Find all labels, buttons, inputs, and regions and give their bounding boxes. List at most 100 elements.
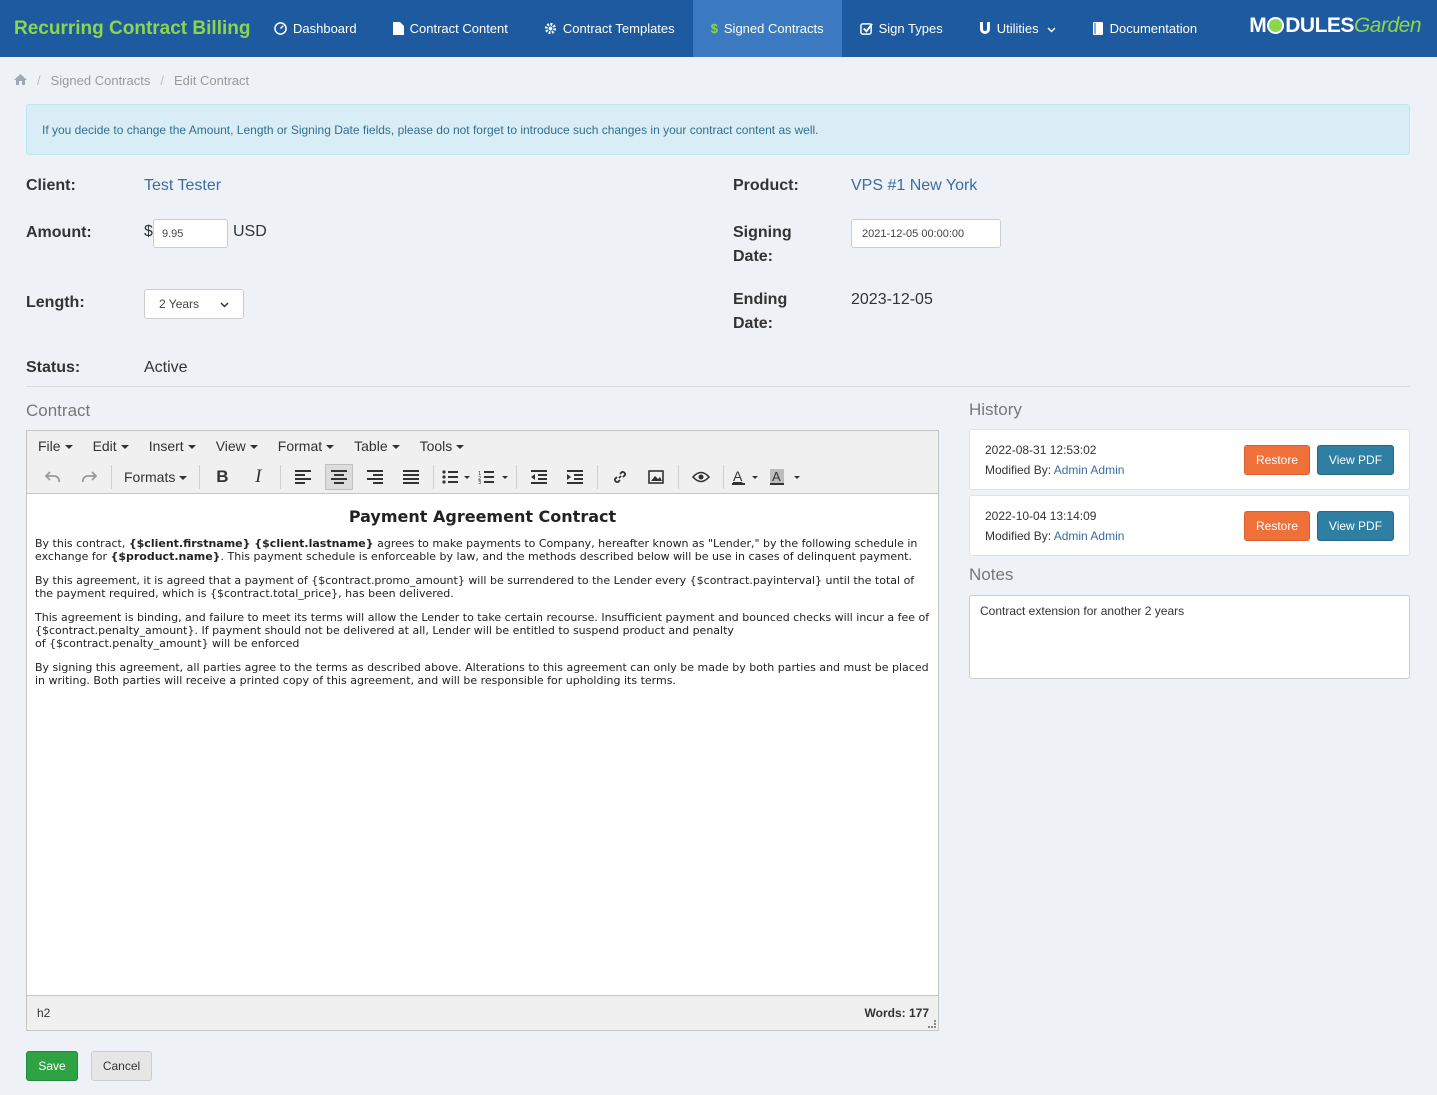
dollar-icon: $ [710,21,718,36]
contract-heading: Payment Agreement Contract [348,507,617,526]
breadcrumb: / Signed Contracts / Edit Contract [14,73,249,88]
nav-signed-contracts[interactable]: $ Signed Contracts [692,0,842,57]
check-square-icon [859,22,873,35]
chevron-down-icon [1047,21,1056,36]
formats-dropdown[interactable]: Formats [120,464,191,490]
restore-button[interactable]: Restore [1244,511,1310,541]
status-label: Status: [26,359,81,376]
nav-label: Contract Templates [562,21,675,36]
modulesgarden-logo: M DULESGarden [1249,14,1421,37]
ending-date-value: 2023-12-05 [851,291,933,308]
editor-menubar: File Edit Insert View Format Table Tools [27,431,938,461]
menu-edit[interactable]: Edit [93,438,129,454]
contract-section-title: Contract [26,401,91,420]
editor-content[interactable]: Payment Agreement Contract By this contr… [27,494,938,996]
restore-button[interactable]: Restore [1244,445,1310,475]
length-label: Length: [26,294,85,311]
history-entry: 2022-08-31 12:53:02 Modified By: Admin A… [969,429,1410,490]
svg-text:A: A [733,469,743,484]
contract-paragraph-1: By this contract, {$client.firstname} {$… [35,537,918,563]
background-color-icon[interactable]: A [770,464,804,490]
product-label: Product: [733,177,799,194]
book-icon [1092,22,1104,35]
save-button[interactable]: Save [26,1051,78,1081]
nav-label: Documentation [1109,21,1198,36]
history-modified-by: Modified By: Admin Admin [985,529,1125,543]
menu-insert[interactable]: Insert [149,438,196,454]
preview-eye-icon[interactable] [687,464,715,490]
menu-table[interactable]: Table [354,438,400,454]
link-icon[interactable] [606,464,634,490]
nav-label: Contract Content [409,21,508,36]
editor-statusbar: h2 Words: 177 [27,995,938,1030]
amount-label: Amount: [26,224,92,241]
product-link[interactable]: VPS #1 New York [851,174,977,198]
contract-paragraph-3: This agreement is binding, and failure t… [35,611,930,650]
breadcrumb-signed-contracts[interactable]: Signed Contracts [51,73,151,88]
nav-documentation[interactable]: Documentation [1074,0,1215,57]
dashboard-icon [274,22,287,35]
contract-paragraph-4: By signing this agreement, all parties a… [35,661,929,687]
element-path[interactable]: h2 [37,1006,50,1020]
nav-label: Signed Contracts [723,21,824,36]
numbered-list-icon[interactable]: 123 [478,464,509,490]
resize-handle[interactable] [928,1020,936,1028]
view-pdf-button[interactable]: View PDF [1317,511,1394,541]
undo-icon[interactable] [39,464,67,490]
italic-icon[interactable]: I [244,464,272,490]
nav-utilities[interactable]: Utilities [961,0,1074,57]
history-modified-by: Modified By: Admin Admin [985,463,1125,477]
menu-file[interactable]: File [38,438,73,454]
file-icon [392,22,404,35]
home-icon[interactable] [14,73,27,88]
history-date: 2022-10-04 13:14:09 [985,509,1097,523]
nav-sign-types[interactable]: Sign Types [842,0,961,57]
status-value: Active [144,359,188,376]
info-alert: If you decide to change the Amount, Leng… [26,104,1410,155]
editor-toolbar: Formats B I 123 A A [27,461,938,494]
nav-label: Sign Types [878,21,943,36]
view-pdf-button[interactable]: View PDF [1317,445,1394,475]
cancel-button[interactable]: Cancel [91,1051,152,1081]
signing-date-input[interactable]: 2021-12-05 00:00:00 [851,219,1001,248]
history-section-title: History [969,400,1022,419]
app-title[interactable]: Recurring Contract Billing [0,18,258,40]
align-right-icon[interactable] [361,464,389,490]
amount-input[interactable]: 9.95 [153,219,228,248]
nav-contract-content[interactable]: Contract Content [375,0,526,57]
image-icon[interactable] [642,464,670,490]
history-user-link[interactable]: Admin Admin [1054,529,1125,543]
text-color-icon[interactable]: A [732,464,762,490]
indent-icon[interactable] [561,464,589,490]
menu-format[interactable]: Format [278,438,335,454]
svg-text:A: A [772,469,781,484]
align-center-icon[interactable] [325,464,354,490]
align-justify-icon[interactable] [397,464,425,490]
nav-label: Utilities [996,21,1039,36]
svg-text:3: 3 [478,480,481,484]
nav-dashboard[interactable]: Dashboard [258,0,375,57]
history-user-link[interactable]: Admin Admin [1054,463,1125,477]
notes-section-title: Notes [969,565,1014,584]
nav-contract-templates[interactable]: Contract Templates [526,0,693,57]
history-entry: 2022-10-04 13:14:09 Modified By: Admin A… [969,495,1410,556]
contract-editor: File Edit Insert View Format Table Tools… [26,430,939,1031]
length-select[interactable]: 2 Years [144,289,244,319]
menu-view[interactable]: View [216,438,258,454]
ending-date-label: Ending Date: [733,291,788,332]
chevron-down-icon [220,297,229,311]
client-link[interactable]: Test Tester [144,174,221,198]
gear-icon [544,22,557,35]
align-left-icon[interactable] [289,464,317,490]
menu-tools[interactable]: Tools [420,438,465,454]
currency-symbol: $ [144,223,153,240]
redo-icon[interactable] [75,464,103,490]
notes-textarea[interactable]: Contract extension for another 2 years [969,595,1410,679]
contract-paragraph-2: By this agreement, it is agreed that a p… [35,574,915,600]
bullet-list-icon[interactable] [442,464,471,490]
bold-icon[interactable]: B [208,464,236,490]
nav-label: Dashboard [293,21,357,36]
outdent-icon[interactable] [525,464,553,490]
client-label: Client: [26,177,76,194]
magnet-icon [979,22,991,35]
